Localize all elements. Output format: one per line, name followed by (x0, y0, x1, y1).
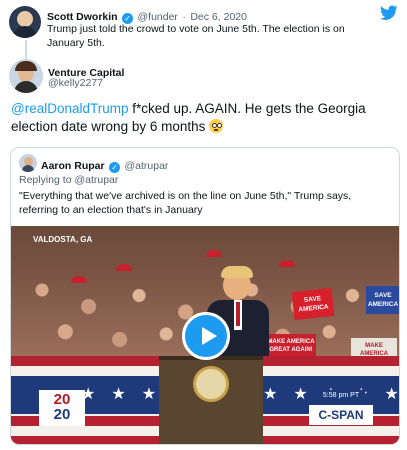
mention-link[interactable]: @realDonaldTrump (11, 101, 129, 116)
flushed-face-emoji (209, 119, 224, 133)
red-hat (206, 250, 222, 257)
sign-save-america: SAVE AMERICA (366, 286, 399, 314)
logo-2020-bottom: 20 (53, 406, 71, 423)
play-icon (202, 327, 217, 345)
tweet2-text: @realDonaldTrump f*cked up. AGAIN. He ge… (11, 100, 396, 136)
thread-line (25, 40, 27, 60)
replying-prefix: Replying to (19, 174, 75, 186)
author-handle[interactable]: @kelly2277 (48, 77, 103, 89)
replying-to: Replying to @atrupar (19, 173, 118, 187)
sign-save-america: SAVE AMERICA (291, 287, 335, 321)
broadcast-time: 5:58 pm PT (317, 390, 365, 402)
replying-handle[interactable]: @atrupar (74, 174, 118, 186)
quote-author-name[interactable]: Aaron Rupar (41, 160, 105, 172)
red-hat (279, 260, 295, 267)
location-label: VALDOSTA, GA (33, 235, 93, 244)
cspan-logo: C-SPAN (309, 405, 373, 425)
logo-2020-top: 20 (53, 391, 71, 408)
avatar-scott-dworkin[interactable] (9, 6, 41, 38)
avatar-venture-capital[interactable] (9, 59, 43, 93)
red-hat (116, 264, 132, 271)
podium (159, 356, 263, 444)
video-player[interactable]: VALDOSTA, GA SAVE AMERICA SAVE AMERICA M… (11, 226, 399, 444)
quoted-tweet[interactable]: Aaron Rupar ✓ @atrupar Replying to @atru… (10, 147, 400, 445)
avatar-aaron-rupar[interactable] (19, 154, 37, 172)
twitter-bird-icon[interactable] (379, 5, 398, 21)
quote-text: "Everything that we've archived is on th… (19, 190, 352, 216)
play-button[interactable] (182, 312, 230, 360)
quote-author-handle[interactable]: @atrupar (125, 160, 169, 172)
verified-badge-icon: ✓ (109, 162, 121, 173)
tweet1-text: Trump just told the crowd to vote on Jun… (47, 23, 345, 49)
logo-2020: 20 20 (39, 390, 85, 426)
red-hat (71, 276, 87, 283)
